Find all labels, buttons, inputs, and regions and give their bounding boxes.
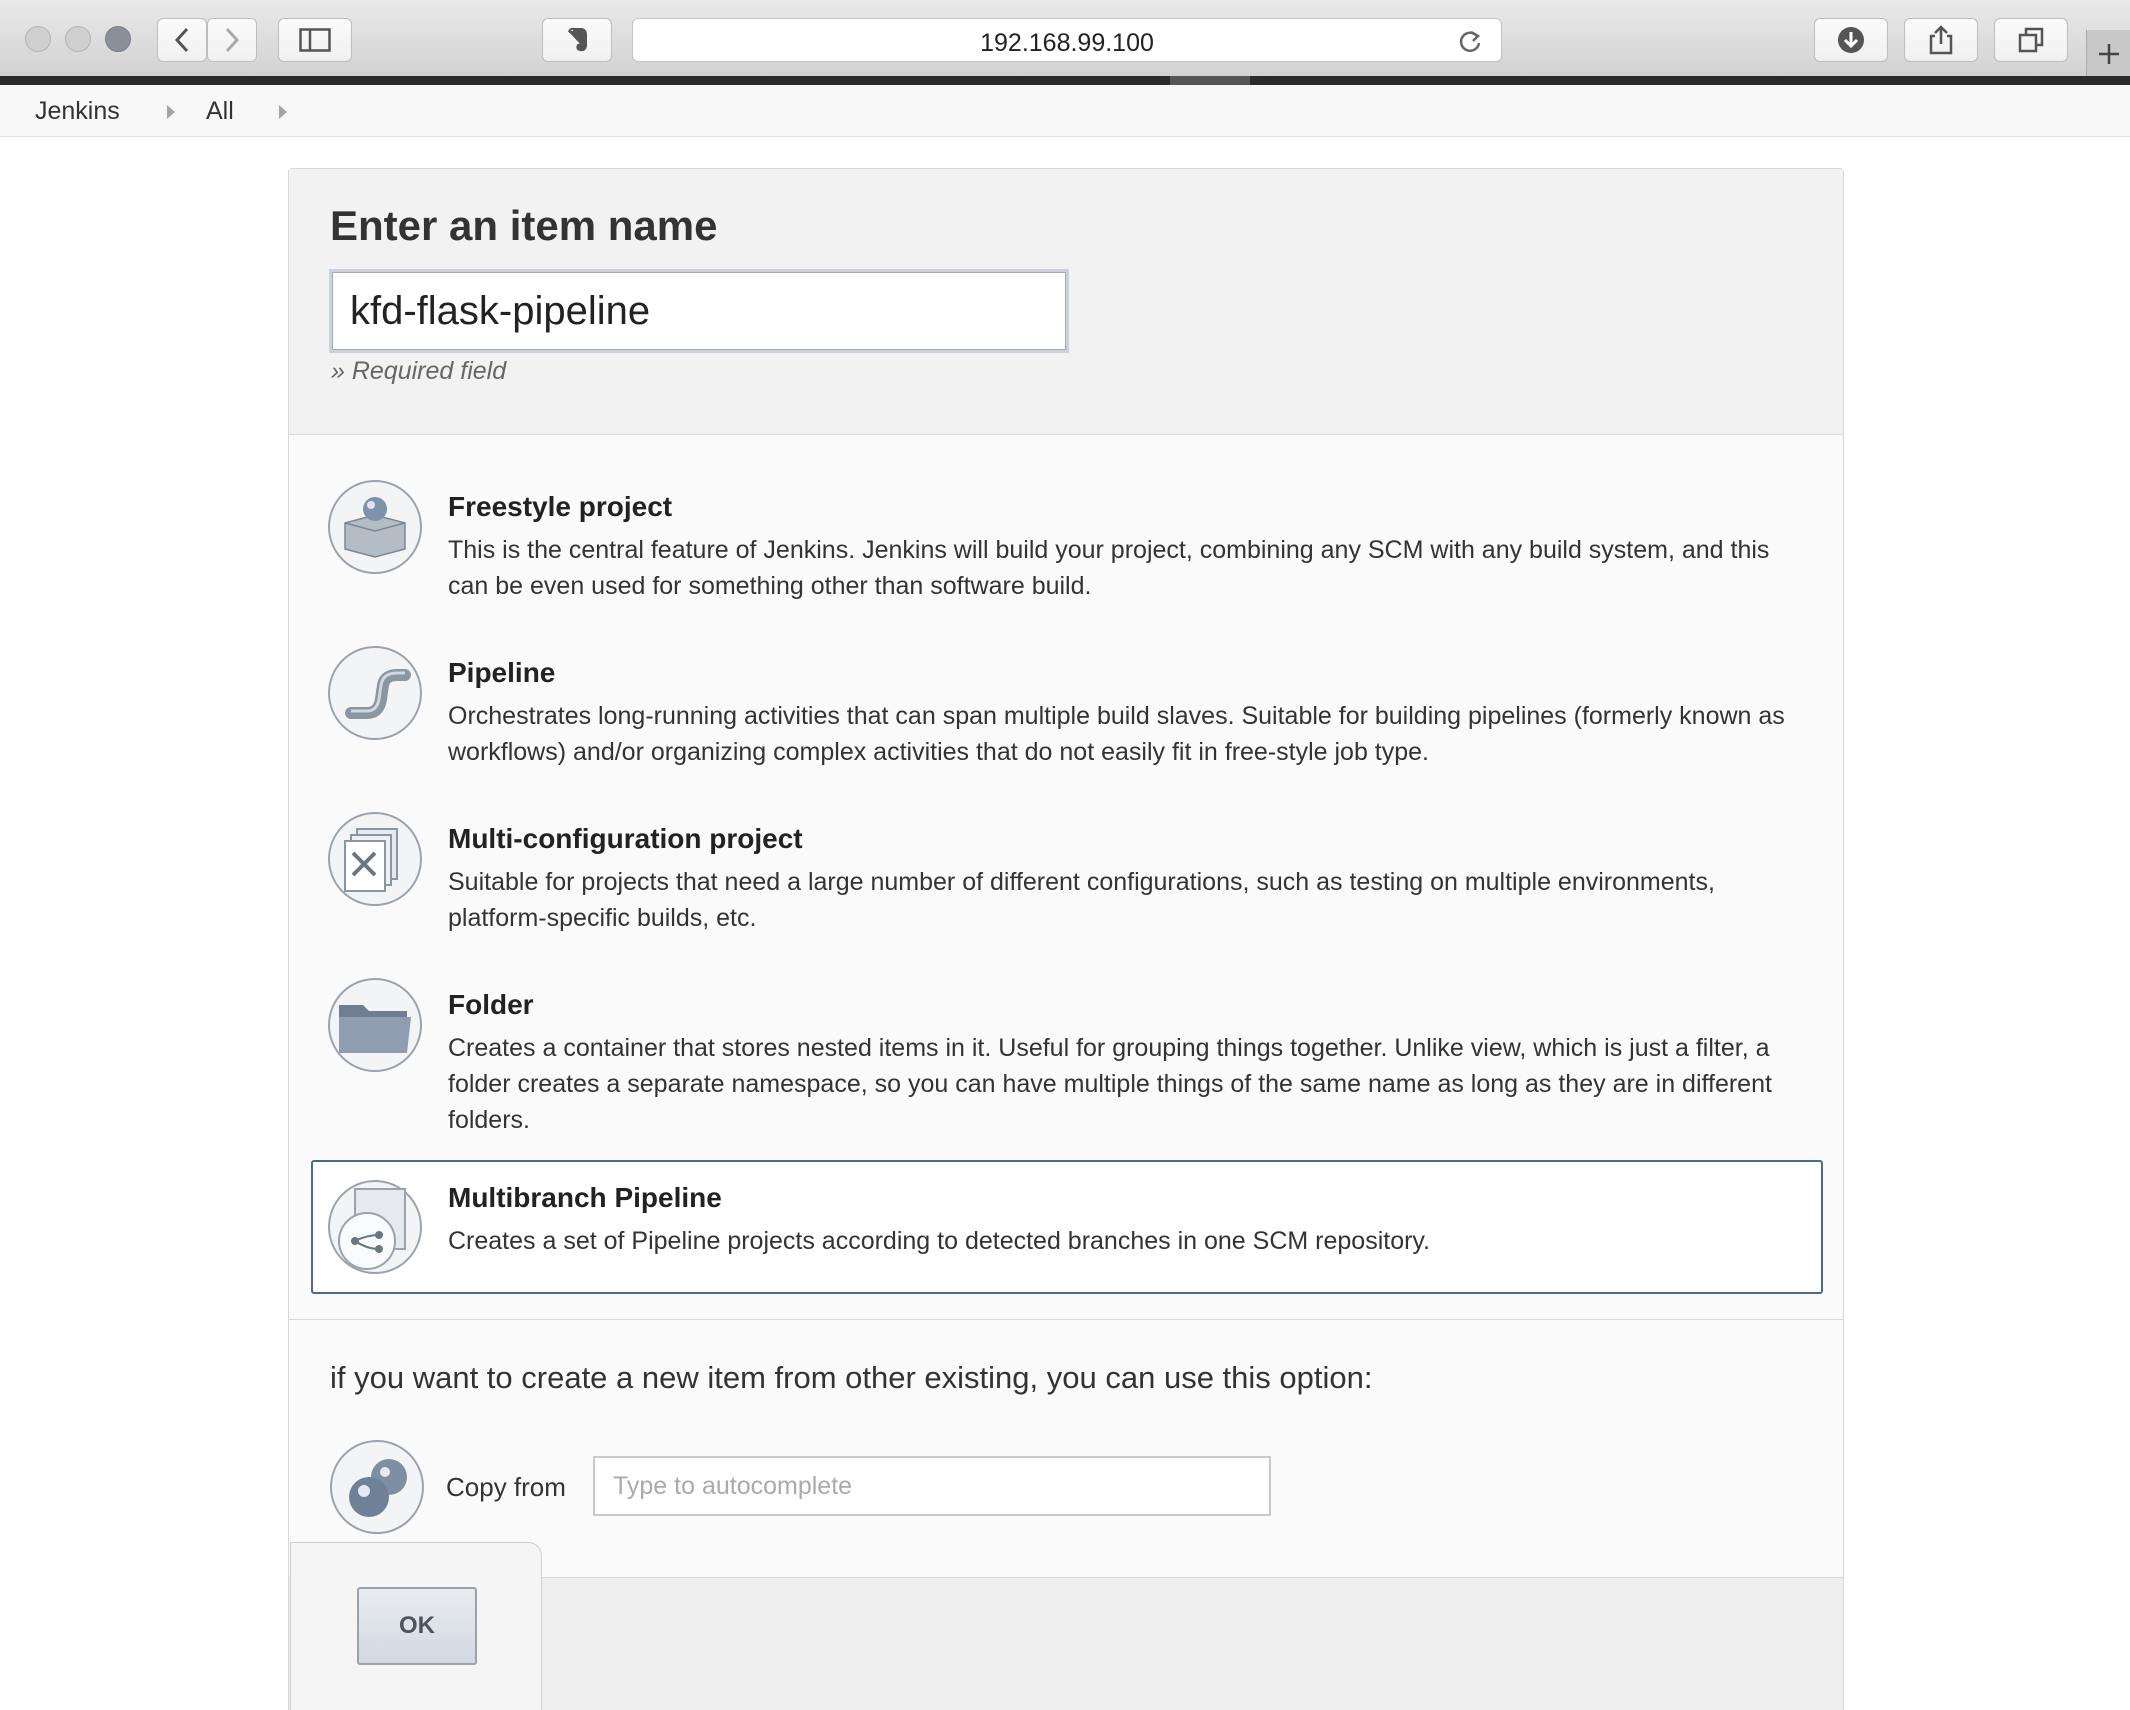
new-tab-button[interactable] <box>2086 30 2130 78</box>
item-title: Freestyle project <box>448 491 673 522</box>
new-item-panel: Enter an item name » Required field Free… <box>288 168 1844 1710</box>
ok-button[interactable]: OK <box>357 1587 477 1665</box>
copy-from-label: Copy from <box>446 1472 566 1502</box>
item-type-pipeline[interactable]: Pipeline Orchestrates long-running activ… <box>311 645 1823 775</box>
item-type-multi-configuration[interactable]: Multi-configuration project Suitable for… <box>311 811 1823 941</box>
forward-icon <box>225 27 240 53</box>
tabs-overview-button[interactable] <box>1994 18 2068 62</box>
item-title: Folder <box>448 989 534 1020</box>
downloads-button[interactable] <box>1814 18 1888 62</box>
breadcrumb-jenkins[interactable]: Jenkins <box>35 97 120 126</box>
breadcrumb: Jenkins All <box>0 85 2130 137</box>
copy-from-note: if you want to create a new item from ot… <box>330 1360 1373 1395</box>
folder-icon <box>328 978 422 1072</box>
item-type-folder[interactable]: Folder Creates a container that stores n… <box>311 977 1823 1143</box>
browser-toolbar: 192.168.99.100 <box>0 0 2130 78</box>
item-name-section: Enter an item name » Required field <box>289 169 1843 435</box>
pipe-icon <box>328 646 422 740</box>
item-type-freestyle[interactable]: Freestyle project This is the central fe… <box>311 479 1823 609</box>
item-description: Orchestrates long-running activities tha… <box>448 702 1785 766</box>
copy-from-input[interactable] <box>593 1456 1271 1516</box>
sidebar-button[interactable] <box>278 18 352 62</box>
item-name-input[interactable] <box>329 269 1069 353</box>
minimize-window-button[interactable] <box>65 26 91 52</box>
copy-item-icon <box>330 1440 424 1534</box>
page-load-progress <box>0 76 2130 85</box>
ok-button-container: OK <box>290 1542 542 1710</box>
evernote-button[interactable] <box>542 18 612 62</box>
evernote-icon <box>568 27 587 52</box>
item-description: This is the central feature of Jenkins. … <box>448 536 1770 600</box>
item-title: Pipeline <box>448 657 556 688</box>
multibranch-icon <box>328 1180 422 1274</box>
share-icon <box>1929 25 1953 55</box>
download-icon <box>1838 27 1864 53</box>
item-title: Multi-configuration project <box>448 823 803 854</box>
item-title: Multibranch Pipeline <box>448 1182 722 1213</box>
copy-from-section: if you want to create a new item from ot… <box>289 1319 1843 1577</box>
reload-button[interactable] <box>1457 28 1483 59</box>
required-field-note: » Required field <box>331 357 507 385</box>
url-text: 192.168.99.100 <box>980 29 1154 57</box>
multiconfig-icon <box>328 812 422 906</box>
reload-icon <box>1459 30 1481 52</box>
back-icon <box>174 27 189 53</box>
address-bar[interactable]: 192.168.99.100 <box>632 18 1502 62</box>
forward-button[interactable] <box>207 18 257 62</box>
breadcrumb-arrow-icon[interactable] <box>279 105 287 119</box>
tabs-icon <box>2018 27 2044 53</box>
item-description: Suitable for projects that need a large … <box>448 868 1715 932</box>
breadcrumb-arrow-icon[interactable] <box>167 105 175 119</box>
item-description: Creates a container that stores nested i… <box>448 1034 1772 1134</box>
sidebar-icon <box>299 28 331 52</box>
breadcrumb-all[interactable]: All <box>206 97 234 126</box>
zoom-window-button[interactable] <box>105 26 131 52</box>
back-button[interactable] <box>157 18 207 62</box>
close-window-button[interactable] <box>25 26 51 52</box>
freestyle-box-icon <box>328 480 422 574</box>
share-button[interactable] <box>1904 18 1978 62</box>
page-title: Enter an item name <box>330 202 718 249</box>
new-tab-icon <box>2098 44 2119 64</box>
item-description: Creates a set of Pipeline projects accor… <box>448 1227 1431 1255</box>
item-type-multibranch-pipeline[interactable]: Multibranch Pipeline Creates a set of Pi… <box>311 1160 1823 1294</box>
